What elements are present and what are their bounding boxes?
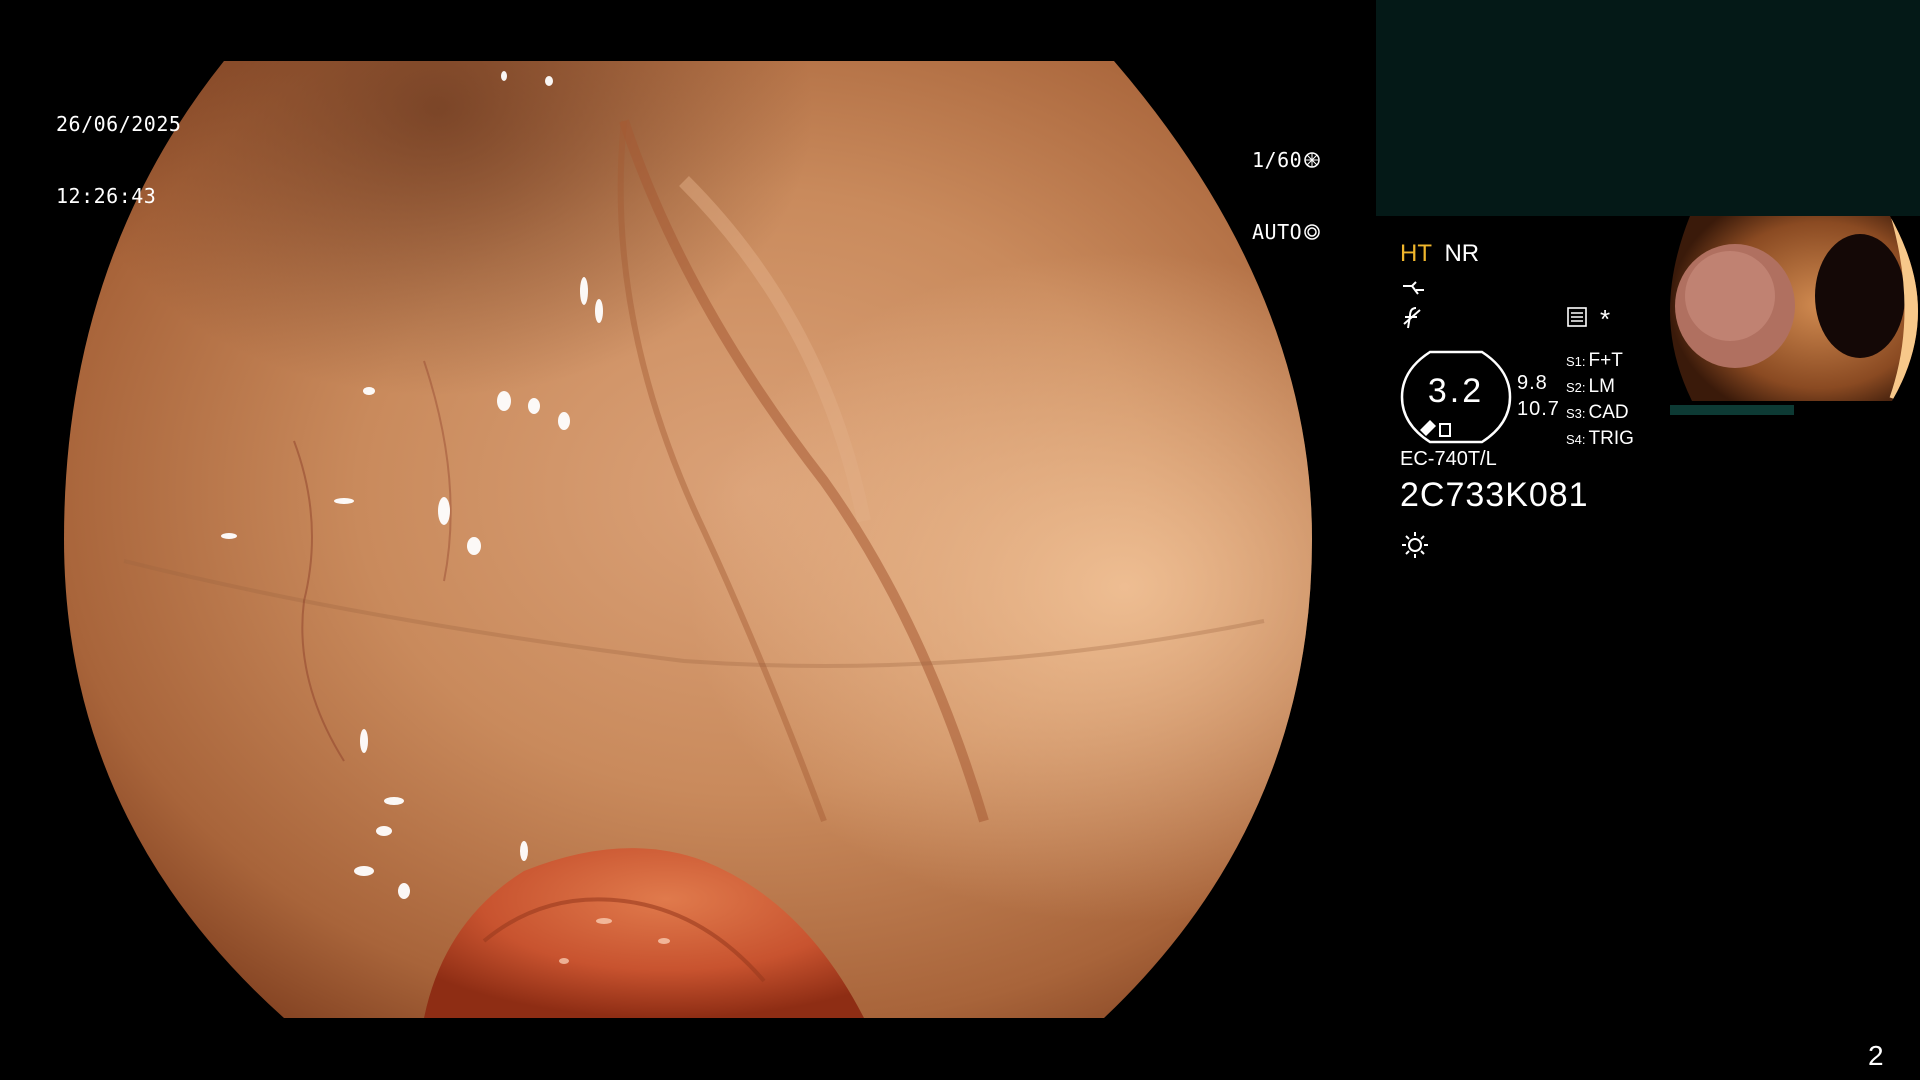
mode-ht-label: HT (1400, 240, 1432, 267)
switch-key: S4: (1566, 432, 1586, 447)
reference-image-panel (1376, 0, 1920, 216)
function-icon (1403, 307, 1421, 329)
gauge-upper-value: 9.8 (1517, 372, 1548, 394)
switch-value: LM (1588, 376, 1615, 397)
switch-assignments: S1: F+T S2: LM S3: CAD S4: TRIG (1566, 348, 1634, 452)
switch-key: S1: (1566, 354, 1586, 369)
switch-row: S3: CAD (1566, 400, 1634, 426)
exposure-readout: 1/60 AUTO (1252, 100, 1320, 268)
enhancement-icon (1403, 281, 1424, 295)
gauge-range: 9.8 10.7 (1517, 370, 1560, 422)
record-icon (1567, 307, 1587, 327)
time-text: 12:26:43 (56, 184, 157, 208)
date-text: 26/06/2025 (56, 112, 182, 136)
gauge-value: 3.2 (1427, 372, 1485, 410)
gauge-lower-value: 10.7 (1517, 398, 1560, 420)
switch-key: S2: (1566, 380, 1586, 395)
switch-key: S3: (1566, 406, 1586, 421)
mode-nr-label: NR (1444, 240, 1480, 267)
captured-thumbnail[interactable] (1670, 216, 1918, 414)
switch-value: F+T (1588, 350, 1623, 371)
magnification-gauge: 3.2 (1400, 350, 1512, 444)
scope-model: EC-740T/L (1400, 448, 1497, 470)
shutter-speed-text: 1/60 (1252, 148, 1303, 172)
date-time-stamp: 26/06/2025 12:26:43 (56, 64, 181, 232)
endoscope-main-view (64, 61, 1312, 1018)
iris-icon (1304, 224, 1320, 240)
light-source-icon (1402, 532, 1428, 558)
switch-row: S2: LM (1566, 374, 1634, 400)
aperture-icon (1304, 152, 1320, 168)
page-number: 2 (1868, 1040, 1884, 1071)
thumbnail-status-bar (1670, 405, 1794, 415)
exposure-mode-text: AUTO (1252, 220, 1303, 244)
switch-row: S1: F+T (1566, 348, 1634, 374)
asterisk-marker: * (1600, 304, 1611, 334)
processing-modes: HT NR (1400, 240, 1479, 268)
switch-row: S4: TRIG (1566, 426, 1634, 452)
scope-serial-number: 2C733K081 (1400, 476, 1589, 514)
switch-value: CAD (1588, 402, 1629, 423)
switch-value: TRIG (1588, 428, 1634, 449)
